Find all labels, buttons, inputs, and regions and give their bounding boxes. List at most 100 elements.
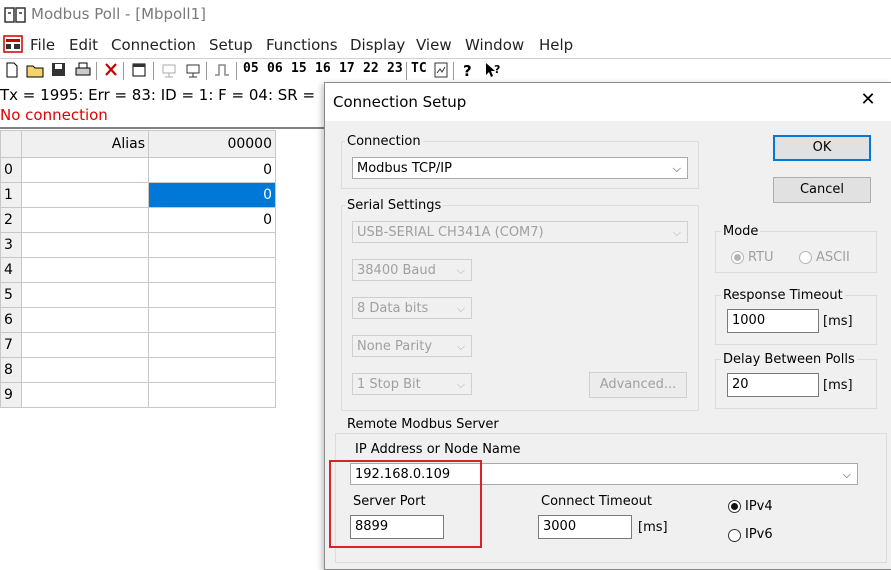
connect-timeout-label: Connect Timeout (541, 494, 652, 509)
function-05-button[interactable]: 05 (243, 61, 259, 81)
function-17-button[interactable]: 17 (339, 61, 355, 81)
pulse-icon[interactable] (213, 61, 231, 81)
value-cell[interactable] (148, 382, 276, 408)
print-icon[interactable] (74, 61, 92, 81)
serial-port-select[interactable]: USB-SERIAL CH341A (COM7) ⌵ (352, 221, 688, 243)
response-timeout-unit: [ms] (823, 314, 853, 329)
table-row[interactable]: 00 (0, 157, 276, 183)
save-icon[interactable] (50, 61, 66, 81)
alias-cell[interactable] (21, 157, 149, 183)
cancel-button[interactable]: Cancel (773, 177, 871, 203)
table-row[interactable]: 5 (0, 282, 276, 308)
ascii-radio[interactable] (799, 251, 812, 264)
value-cell[interactable] (148, 357, 276, 383)
table-row[interactable]: 6 (0, 307, 276, 333)
parity-select[interactable]: None Parity ⌵ (352, 335, 472, 357)
data-bits-value: 8 Data bits (357, 301, 429, 316)
row-index: 0 (0, 157, 22, 183)
menu-functions[interactable]: Functions (266, 36, 338, 54)
menu-display[interactable]: Display (350, 36, 405, 54)
svg-text:?: ? (463, 62, 472, 79)
row-index: 4 (0, 257, 22, 283)
alias-cell[interactable] (21, 307, 149, 333)
response-timeout-label: Response Timeout (721, 288, 845, 303)
alias-cell[interactable] (21, 207, 149, 233)
data-bits-select[interactable]: 8 Data bits ⌵ (352, 297, 472, 319)
window-icon[interactable] (131, 61, 147, 81)
value-cell[interactable] (148, 332, 276, 358)
table-row[interactable]: 4 (0, 257, 276, 283)
table-row[interactable]: 7 (0, 332, 276, 358)
function-16-button[interactable]: 16 (315, 61, 331, 81)
toolbar-separator (206, 62, 207, 80)
table-row[interactable]: 8 (0, 357, 276, 383)
response-timeout-input[interactable]: 1000 (727, 309, 819, 333)
app-icon (4, 5, 26, 25)
ok-button[interactable]: OK (773, 135, 871, 161)
function-15-button[interactable]: 15 (291, 61, 307, 81)
ipv4-label: IPv4 (745, 499, 773, 514)
function-22-button[interactable]: 22 (363, 61, 379, 81)
mode-label: Mode (721, 224, 761, 239)
alias-cell[interactable] (21, 257, 149, 283)
menu-edit[interactable]: Edit (69, 36, 98, 54)
table-row[interactable]: 3 (0, 232, 276, 258)
value-cell[interactable]: 0 (148, 182, 276, 208)
help-icon[interactable]: ? (461, 61, 475, 81)
stop-bits-select[interactable]: 1 Stop Bit ⌵ (352, 373, 472, 395)
traffic-icon[interactable] (433, 61, 449, 81)
menu-window[interactable]: Window (465, 36, 524, 54)
table-row[interactable]: 20 (0, 207, 276, 233)
stop-bits-value: 1 Stop Bit (357, 377, 421, 392)
value-cell[interactable] (148, 282, 276, 308)
row-index: 8 (0, 357, 22, 383)
tc-button[interactable]: TC (411, 61, 427, 81)
disconnect-icon[interactable] (184, 61, 202, 81)
alias-cell[interactable] (21, 357, 149, 383)
ipv4-radio[interactable] (728, 500, 741, 513)
connection-select[interactable]: Modbus TCP/IP ⌵ (352, 157, 688, 179)
chevron-down-icon: ⌵ (456, 264, 465, 277)
rtu-radio[interactable] (731, 251, 744, 264)
delay-polls-unit: [ms] (823, 378, 853, 393)
ascii-label: ASCII (816, 250, 850, 265)
baud-select[interactable]: 38400 Baud ⌵ (352, 259, 472, 281)
alias-cell[interactable] (21, 382, 149, 408)
delete-icon[interactable] (103, 61, 119, 81)
advanced-button[interactable]: Advanced... (589, 372, 687, 398)
delay-polls-input[interactable]: 20 (727, 373, 819, 397)
menu-file[interactable]: File (30, 36, 55, 54)
new-icon[interactable] (4, 61, 20, 81)
value-cell[interactable]: 0 (148, 157, 276, 183)
alias-cell[interactable] (21, 182, 149, 208)
alias-cell[interactable] (21, 332, 149, 358)
value-cell[interactable]: 0 (148, 207, 276, 233)
dialog-title: Connection Setup (333, 93, 467, 111)
connection-status: No connection (0, 106, 108, 124)
close-icon[interactable]: ✕ (857, 89, 879, 111)
menu-connection[interactable]: Connection (111, 36, 196, 54)
function-06-button[interactable]: 06 (267, 61, 283, 81)
function-23-button[interactable]: 23 (387, 61, 403, 81)
menu-help[interactable]: Help (539, 36, 573, 54)
connect-icon[interactable] (160, 61, 178, 81)
document-icon[interactable] (3, 34, 23, 54)
table-row[interactable]: 9 (0, 382, 276, 408)
ipv6-radio[interactable] (728, 529, 741, 542)
alias-cell[interactable] (21, 232, 149, 258)
value-header: 00000 (148, 130, 276, 158)
open-folder-icon[interactable] (26, 61, 44, 81)
menu-view[interactable]: View (416, 36, 452, 54)
context-help-icon[interactable]: ? (483, 61, 503, 81)
row-index: 7 (0, 332, 22, 358)
menu-bar: File Edit Connection Setup Functions Dis… (0, 31, 891, 57)
table-row[interactable]: 10 (0, 182, 276, 208)
alias-cell[interactable] (21, 282, 149, 308)
connect-timeout-input[interactable]: 3000 (538, 515, 632, 539)
ip-address-label: IP Address or Node Name (355, 442, 521, 457)
menu-setup[interactable]: Setup (209, 36, 253, 54)
grid-header-row: Alias 00000 (0, 130, 276, 158)
value-cell[interactable] (148, 232, 276, 258)
value-cell[interactable] (148, 307, 276, 333)
value-cell[interactable] (148, 257, 276, 283)
